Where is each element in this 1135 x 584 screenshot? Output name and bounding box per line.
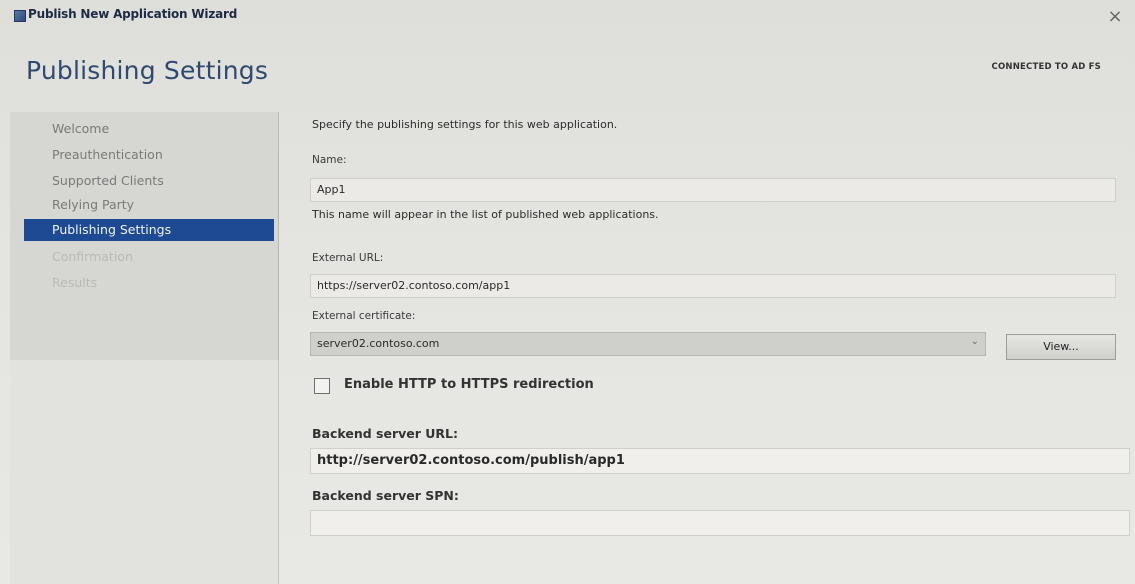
settings-content: Specify the publishing settings for this…	[290, 108, 1130, 584]
backend-spn-input[interactable]	[310, 510, 1130, 536]
nav-item-preauthentication[interactable]: Preauthentication	[24, 144, 274, 166]
close-button[interactable]: ×	[1105, 8, 1125, 28]
nav-item-welcome[interactable]: Welcome	[24, 118, 274, 140]
view-certificate-button[interactable]: View...	[1006, 334, 1116, 360]
https-redirect-label[interactable]: Enable HTTP to HTTPS redirection	[344, 377, 594, 392]
external-certificate-value: server02.contoso.com	[317, 337, 440, 350]
page-title: Publishing Settings	[26, 56, 269, 85]
wizard-nav: Welcome Preauthentication Supported Clie…	[10, 112, 279, 360]
wizard-window: Publish New Application Wizard × Publish…	[0, 0, 1135, 584]
nav-item-results: Results	[52, 275, 98, 290]
nav-item-publishing-settings[interactable]: Publishing Settings	[24, 219, 274, 241]
backend-url-input[interactable]: http://server02.contoso.com/publish/app1	[310, 448, 1130, 474]
https-redirect-checkbox[interactable]	[314, 378, 330, 394]
external-certificate-select[interactable]: server02.contoso.com ⌄	[310, 332, 986, 356]
external-url-label: External URL:	[312, 252, 384, 264]
external-certificate-label: External certificate:	[312, 310, 416, 322]
nav-item-confirmation: Confirmation	[52, 249, 133, 264]
chevron-down-icon: ⌄	[970, 336, 979, 347]
nav-item-relying-party[interactable]: Relying Party	[24, 194, 274, 216]
name-input[interactable]: App1	[310, 178, 1116, 202]
connection-status: CONNECTED TO AD FS	[991, 62, 1101, 72]
window-title: Publish New Application Wizard	[28, 7, 238, 21]
nav-lower-panel	[10, 360, 279, 584]
app-icon	[14, 10, 26, 22]
name-label: Name:	[312, 154, 347, 166]
external-url-input[interactable]: https://server02.contoso.com/app1	[310, 274, 1116, 298]
title-bar: Publish New Application Wizard ×	[0, 0, 1135, 36]
backend-spn-label: Backend server SPN:	[312, 488, 459, 503]
backend-url-label: Backend server URL:	[312, 426, 458, 441]
nav-item-supported-clients[interactable]: Supported Clients	[24, 170, 274, 192]
intro-text: Specify the publishing settings for this…	[312, 118, 618, 131]
name-hint: This name will appear in the list of pub…	[312, 208, 659, 221]
